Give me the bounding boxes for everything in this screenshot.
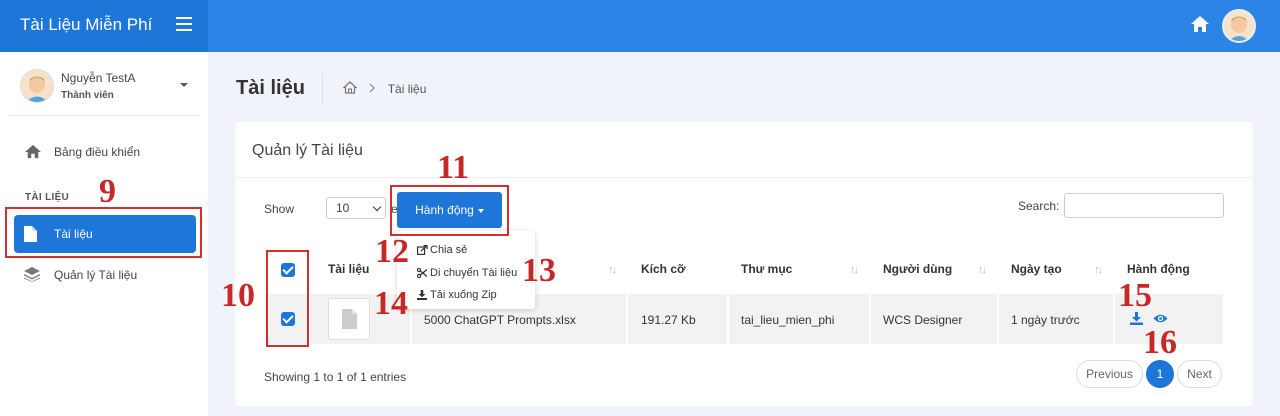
breadcrumb-current: Tài liệu [387,82,427,96]
file-thumbnail[interactable] [328,298,370,340]
user-role: Thành viên [61,90,114,101]
menu-item-label: Di chuyển Tài liệu [430,267,518,279]
home-outline-icon[interactable] [342,81,360,97]
annotation-number: 13 [522,252,556,289]
annotation-number: 9 [99,173,116,210]
chevron-right-icon [369,82,378,96]
page-length-value: 10 [336,201,350,215]
menu-item-label: Chia sẻ [430,244,468,256]
download-icon[interactable] [1130,312,1143,328]
cell-divider [727,294,729,344]
document-name[interactable]: 5000 ChatGPT Prompts.xlsx [424,313,576,327]
annotation-number: 15 [1118,277,1152,314]
table-info: Showing 1 to 1 of 1 entries [264,370,407,384]
annotation-box-sidebar-docs [5,207,202,258]
page-title: Tài liệu [236,77,305,99]
menu-item-label: Tải xuống Zip [430,289,497,301]
sidebar-item-dashboard[interactable]: Bảng điều khiển [14,133,196,171]
home-icon[interactable] [1190,15,1210,38]
sort-icon[interactable]: ↑↓ [978,264,987,276]
title-divider [322,74,323,104]
annotation-number: 11 [437,149,470,186]
annotation-box-checkboxes [266,250,309,347]
layers-icon [24,267,40,285]
menu-toggle-icon[interactable] [176,17,192,31]
avatar [20,69,54,103]
document-date: 1 ngày trước [1011,313,1080,327]
cell-divider [869,294,871,344]
sidebar-item-manage-documents[interactable]: Quản lý Tài liệu [14,256,196,294]
column-header-document[interactable]: Tài liệu [328,262,369,276]
document-folder: tai_lieu_mien_phi [741,313,835,327]
column-header-actions: Hành động [1127,262,1190,276]
share-icon [417,244,428,258]
card-divider [235,177,1253,178]
actions-dropdown-menu: Chia sẻ Di chuyển Tài liệu Tải xuống Zip [397,231,535,309]
sort-icon[interactable]: ↑↓ [850,264,859,276]
cell-divider [626,294,628,344]
top-bar [208,0,1280,52]
search-label: Search: [1018,199,1060,213]
brand-bar: Tài Liệu Miễn Phí [0,0,208,52]
column-header-user[interactable]: Người dùng [883,262,952,276]
sidebar-divider [8,115,200,116]
cell-divider [997,294,999,344]
search-input[interactable] [1064,193,1224,218]
sidebar-section-title: TÀI LIỆU [25,192,70,203]
show-label: Show [264,202,295,216]
breadcrumb: Tài liệu [342,81,427,97]
user-profile[interactable]: Nguyễn TestA Thành viên [20,69,200,105]
sort-icon[interactable]: ↑↓ [608,264,617,276]
pagination-previous[interactable]: Previous [1076,360,1143,388]
annotation-number: 14 [374,285,408,322]
column-header-date[interactable]: Ngày tạo [1011,262,1062,276]
document-user: WCS Designer [883,313,963,327]
home-icon [24,144,42,162]
cell-divider [1113,294,1115,344]
sidebar-item-label: Quản lý Tài liệu [54,268,138,282]
page-length-select[interactable]: 10 [326,197,386,219]
column-header-size[interactable]: Kích cỡ [641,262,686,276]
column-header-folder[interactable]: Thư mục [741,262,792,276]
annotation-number: 12 [375,233,409,270]
page-length-control: Show 10 entries [264,197,427,219]
card-title: Quản lý Tài liệu [252,142,363,159]
annotation-number: 16 [1143,324,1177,361]
download-icon [417,290,427,303]
annotation-box-action-button [390,185,509,236]
chevron-down-icon[interactable] [180,83,188,87]
sort-icon[interactable]: ↑↓ [1094,264,1103,276]
scissors-icon [416,267,428,281]
user-avatar-top[interactable] [1222,9,1256,43]
annotation-number: 10 [221,277,255,314]
pagination-page-1[interactable]: 1 [1146,360,1174,388]
user-name: Nguyễn TestA [61,71,136,85]
brand-title[interactable]: Tài Liệu Miễn Phí [20,15,152,35]
document-size: 191.27 Kb [641,313,696,327]
chevron-down-icon [372,202,382,212]
pagination-next[interactable]: Next [1177,360,1222,388]
sidebar-item-label: Bảng điều khiển [54,145,141,159]
